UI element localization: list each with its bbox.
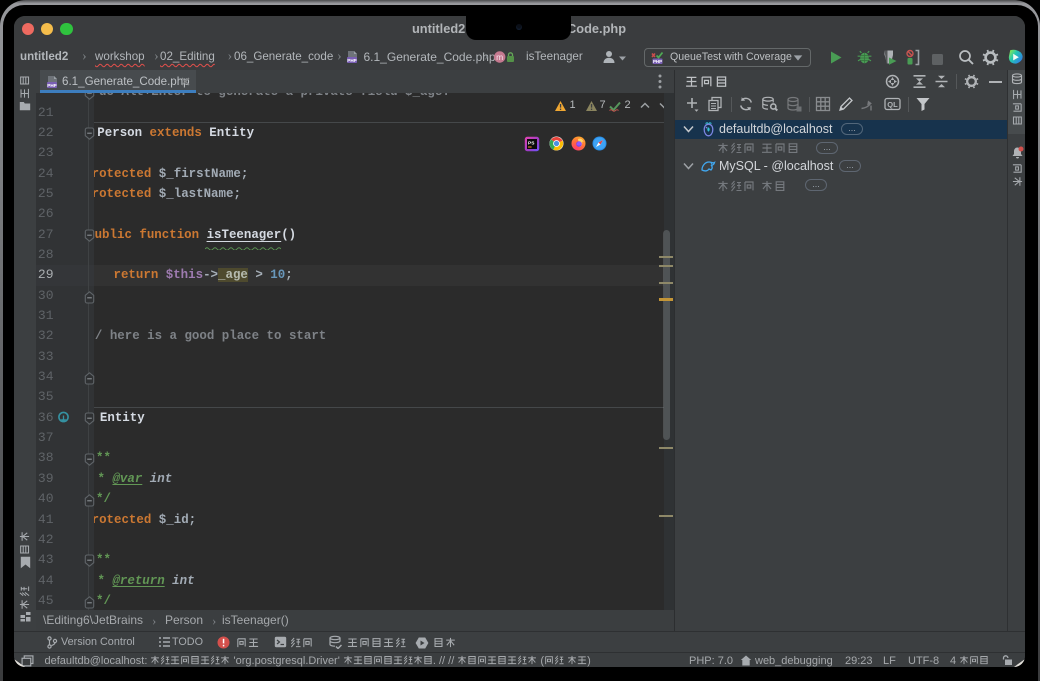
svg-text:PHP: PHP xyxy=(47,83,56,88)
svg-text:PHP: PHP xyxy=(347,58,356,63)
svg-text:PHP: PHP xyxy=(653,59,662,64)
svg-text:QL: QL xyxy=(887,100,898,109)
svg-text:m: m xyxy=(496,52,503,62)
svg-text:PS: PS xyxy=(528,141,535,147)
